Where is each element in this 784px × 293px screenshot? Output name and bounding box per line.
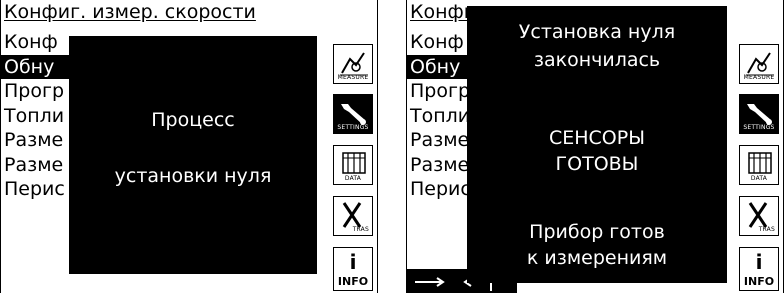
device-screen-left: Конфиг. измер. скорости Конф Обну Прогр … — [0, 0, 378, 293]
data-label: DATA — [344, 175, 362, 182]
tras-label: TRAS — [352, 226, 369, 233]
device-screen-right: Конфиг. измер. скорости Конф Обну Прогр … — [406, 0, 784, 293]
info-label: INFO — [743, 275, 775, 288]
settings-label: SETTINGS — [337, 124, 369, 131]
info-icon: i — [349, 250, 357, 274]
info-button[interactable]: i INFO — [739, 247, 779, 291]
side-button-bar: MEASURE SETTINGS DATA TRAS i INFO — [333, 0, 375, 293]
data-button[interactable]: DATA — [739, 145, 779, 185]
dialog-line-4: ГОТОВЫ — [555, 153, 639, 175]
info-button[interactable]: i INFO — [333, 247, 373, 291]
measure-label: MEASURE — [337, 74, 369, 81]
data-label: DATA — [750, 175, 768, 182]
info-label: INFO — [337, 275, 369, 288]
menu-title: Конфиг. измер. скорости — [4, 1, 256, 23]
data-button[interactable]: DATA — [333, 145, 373, 185]
tras-label: TRAS — [758, 226, 775, 233]
settings-button[interactable]: SETTINGS — [739, 94, 779, 134]
settings-label: SETTINGS — [743, 124, 775, 131]
tras-button[interactable]: TRAS — [333, 196, 373, 236]
dialog-line-6: к измерениям — [526, 247, 668, 269]
measure-label: MEASURE — [743, 74, 775, 81]
dialog-line-3: СЕНСОРЫ — [548, 127, 645, 149]
dialog-line-5: Прибор готов — [529, 221, 665, 243]
dialog-line-1: Установка нуля — [518, 21, 676, 43]
info-icon: i — [755, 250, 763, 274]
zero-process-dialog: Процесс установки нуля — [69, 36, 317, 274]
dialog-line-1: Процесс — [151, 109, 235, 131]
dialog-line-2: закончилась — [533, 49, 661, 71]
tras-button[interactable]: TRAS — [739, 196, 779, 236]
dialog-line-2: установки нуля — [114, 165, 272, 187]
measure-button[interactable]: MEASURE — [739, 44, 779, 84]
zero-done-dialog: Установка нуля закончилась СЕНСОРЫ ГОТОВ… — [467, 6, 727, 283]
settings-button[interactable]: SETTINGS — [333, 94, 373, 134]
measure-button[interactable]: MEASURE — [333, 44, 373, 84]
side-button-bar: MEASURE SETTINGS DATA TRAS i INFO — [739, 0, 781, 293]
